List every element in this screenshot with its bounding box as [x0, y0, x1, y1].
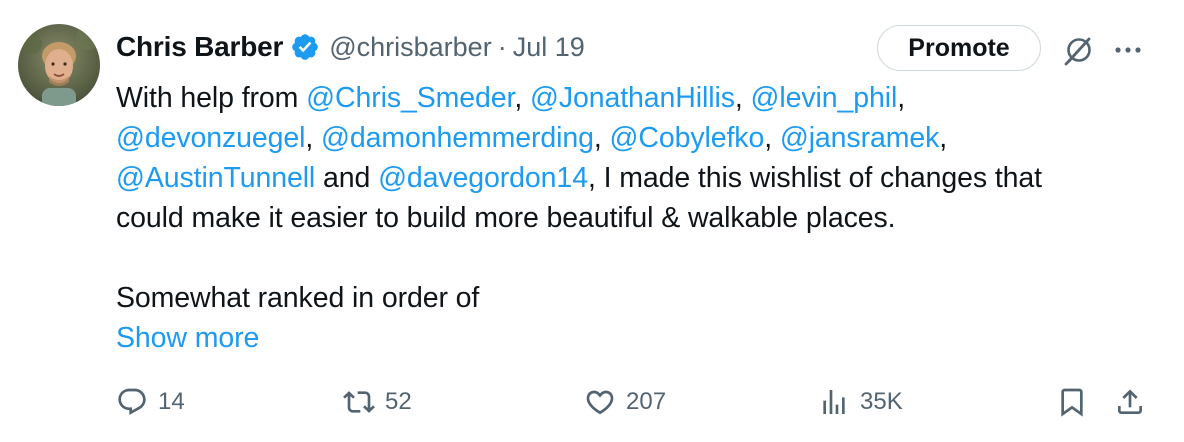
mention-link[interactable]: @Chris_Smeder [306, 82, 514, 114]
tweet-header: Chris Barber @chrisbarber · Jul 19 [116, 27, 585, 67]
author-name[interactable]: Chris Barber [116, 31, 283, 63]
show-more-row: Show more [116, 318, 1156, 358]
text-line: @devonzuegel, @damonhemmerding, @Cobylef… [116, 118, 1156, 158]
like-icon [586, 390, 614, 415]
text-segment: , [897, 82, 906, 114]
mention-link[interactable]: @jansramek [780, 122, 940, 154]
text-segment: , [734, 82, 751, 114]
repost-count: 52 [385, 388, 412, 415]
text-line: @AustinTunnell and @davegordon14, I made… [116, 158, 1156, 198]
tweet: Chris Barber @chrisbarber · Jul 19 Promo… [0, 0, 1184, 442]
tweet-text: With help from @Chris_Smeder, @JonathanH… [116, 78, 1156, 358]
avatar[interactable] [18, 24, 100, 106]
reply-icon [118, 388, 146, 415]
repost-button[interactable]: 52 [343, 380, 412, 424]
views-icon [823, 390, 845, 414]
like-count: 207 [626, 388, 667, 415]
text-segment: and [315, 162, 379, 194]
text-segment: , [305, 122, 322, 154]
text-segment: , [764, 122, 780, 154]
text-segment: With help from [116, 82, 307, 114]
text-segment: , [593, 122, 610, 154]
mention-link[interactable]: @levin_phil [751, 82, 898, 114]
more-icon[interactable] [1111, 33, 1145, 67]
reply-button[interactable]: 14 [116, 380, 185, 424]
bookmark-icon [1061, 388, 1083, 417]
mention-link[interactable]: @Cobylefko [610, 122, 765, 154]
avatar-image [18, 24, 100, 106]
mention-link[interactable]: @JonathanHillis [530, 82, 735, 114]
mention-link[interactable]: @AustinTunnell [116, 162, 315, 194]
bookmark-button[interactable] [1056, 386, 1088, 418]
text-line: Somewhat ranked in order of [116, 282, 480, 314]
mention-link[interactable]: @damonhemmerding [321, 122, 594, 154]
text-segment: , [514, 82, 530, 114]
separator-dot: · [497, 31, 507, 62]
promote-button[interactable]: Promote [877, 25, 1041, 71]
text-segment: , [939, 122, 948, 154]
show-more-link[interactable]: Show more [116, 318, 259, 358]
reply-count: 14 [158, 388, 185, 415]
retweet-icon [343, 391, 375, 413]
grok-icon[interactable] [1062, 33, 1096, 67]
post-date[interactable]: Jul 19 [513, 32, 585, 63]
mention-link[interactable]: @davegordon14 [378, 162, 588, 194]
share-icon [1118, 389, 1142, 414]
action-bar: 14 52 207 35K [0, 380, 1184, 424]
share-button[interactable] [1114, 386, 1146, 418]
like-button[interactable]: 207 [584, 380, 666, 424]
author-handle[interactable]: @chrisbarber [329, 32, 491, 63]
mention-link[interactable]: @devonzuegel [116, 122, 305, 154]
text-line: could make it easier to build more beaut… [116, 202, 896, 234]
verified-badge-icon [290, 32, 320, 62]
text-segment: , I made this wishlist of changes that [587, 162, 1042, 194]
views-button[interactable]: 35K [818, 380, 903, 424]
views-count: 35K [860, 388, 903, 415]
text-line: With help from @Chris_Smeder, @JonathanH… [116, 78, 1156, 118]
